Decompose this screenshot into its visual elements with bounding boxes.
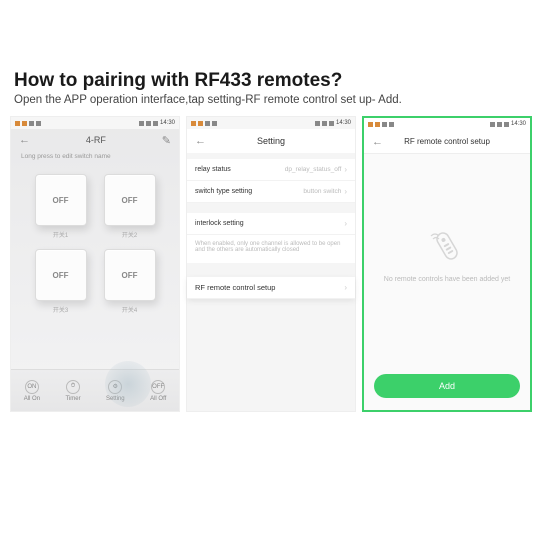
switch-button-1[interactable]: OFF — [35, 174, 87, 226]
chevron-right-icon: › — [344, 187, 347, 196]
empty-text: No remote controls have been added yet — [384, 276, 510, 283]
switch-button-4[interactable]: OFF — [104, 249, 156, 301]
edit-icon[interactable]: ✎ — [162, 134, 171, 147]
all-on-icon: ON — [25, 380, 39, 394]
toolbar-all-on[interactable]: ON All On — [24, 380, 40, 402]
page-title: How to pairing with RF433 remotes? — [0, 70, 550, 94]
all-off-icon: OFF — [151, 380, 165, 394]
row-relay-status[interactable]: relay status dp_relay_status_off› — [187, 159, 355, 181]
row-label: switch type setting — [195, 188, 252, 195]
row-interlock[interactable]: interlock setting › — [187, 213, 355, 235]
row-label: relay status — [195, 166, 231, 173]
toolbar-label: All On — [24, 396, 40, 402]
toolbar-label: All Off — [150, 396, 166, 402]
toolbar-label: Timer — [65, 396, 80, 402]
switch-button-3[interactable]: OFF — [35, 249, 87, 301]
back-arrow-icon[interactable]: ← — [195, 135, 206, 147]
screenshot-row: 14:30 ← 4-RF ✎ Long press to edit switch… — [0, 116, 550, 412]
back-arrow-icon[interactable]: ← — [372, 136, 383, 148]
timer-icon: ⏱ — [66, 380, 80, 394]
toolbar-setting[interactable]: ⚙ Setting — [106, 380, 125, 402]
screen2-title: Setting — [206, 136, 336, 146]
status-bar: 14:30 — [364, 118, 530, 130]
row-rf-remote-setup[interactable]: RF remote control setup › — [187, 277, 355, 299]
screen3-header: ← RF remote control setup — [364, 130, 530, 154]
chevron-right-icon: › — [344, 219, 347, 228]
gear-icon: ⚙ — [108, 380, 122, 394]
row-label: RF remote control setup — [195, 283, 275, 292]
page-subtitle: Open the APP operation interface,tap set… — [0, 94, 550, 116]
screen1-toolbar: ON All On ⏱ Timer ⚙ Setting OFF All Off — [11, 369, 179, 411]
row-label: interlock setting — [195, 220, 244, 227]
back-arrow-icon[interactable]: ← — [19, 134, 30, 146]
add-button[interactable]: Add — [374, 374, 520, 398]
screen1-title: 4-RF — [30, 135, 162, 145]
screen3-title: RF remote control setup — [383, 137, 511, 146]
interlock-description: When enabled, only one channel is allowe… — [187, 235, 355, 263]
switch-label-1: 开关1 — [33, 230, 88, 239]
chevron-right-icon: › — [344, 283, 347, 292]
switch-label-3: 开关3 — [33, 305, 88, 314]
status-bar: 14:30 — [187, 117, 355, 129]
switch-label-4: 开关4 — [102, 305, 157, 314]
screen1-header: ← 4-RF ✎ — [11, 129, 179, 151]
switch-button-2[interactable]: OFF — [104, 174, 156, 226]
row-value: dp_relay_status_off — [285, 166, 342, 173]
status-bar: 14:30 — [11, 117, 179, 129]
switch-label-2: 开关2 — [102, 230, 157, 239]
toolbar-label: Setting — [106, 396, 125, 402]
screenshot-2: 14:30 ← Setting relay status dp_relay_st… — [186, 116, 356, 412]
toolbar-all-off[interactable]: OFF All Off — [150, 380, 166, 402]
row-switch-type[interactable]: switch type setting button switch› — [187, 181, 355, 203]
empty-state: No remote controls have been added yet — [364, 154, 530, 354]
screen1-hint: Long press to edit switch name — [11, 151, 179, 166]
screenshot-3: 14:30 ← RF remote control setup — [362, 116, 532, 412]
screen2-header: ← Setting — [187, 129, 355, 153]
remote-icon — [427, 226, 467, 266]
row-value: button switch — [303, 188, 341, 195]
screenshot-1: 14:30 ← 4-RF ✎ Long press to edit switch… — [10, 116, 180, 412]
toolbar-timer[interactable]: ⏱ Timer — [65, 380, 80, 402]
chevron-right-icon: › — [344, 165, 347, 174]
